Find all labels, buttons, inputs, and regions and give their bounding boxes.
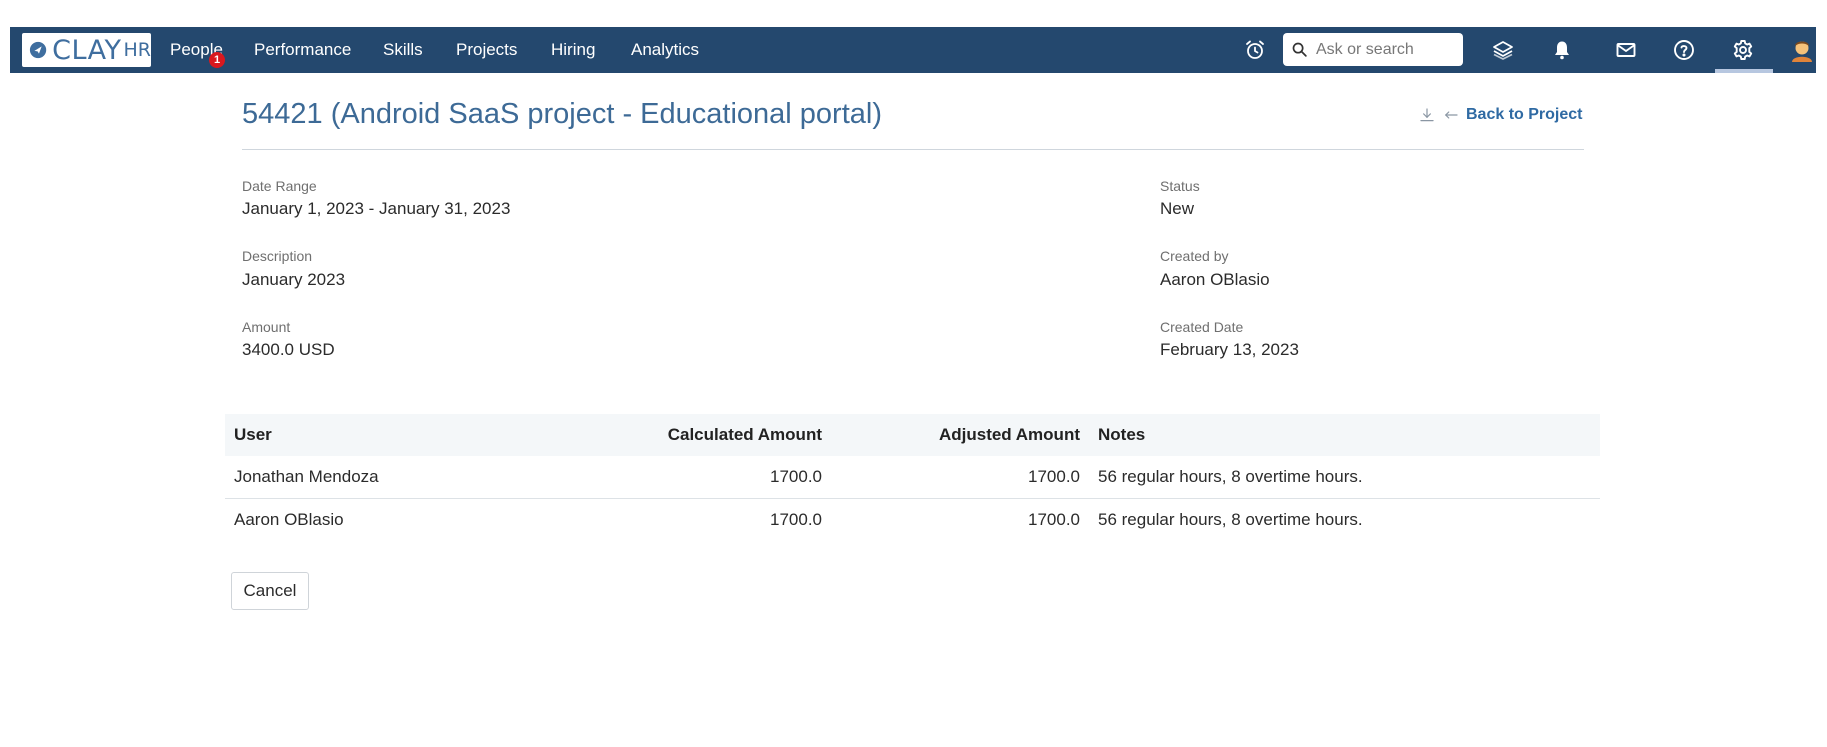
description-label: Description [242, 248, 313, 264]
clayhr-logo[interactable]: CLAY HR [22, 33, 151, 67]
bell-icon[interactable] [1550, 38, 1574, 62]
nav-analytics[interactable]: Analytics [631, 27, 699, 73]
mail-icon[interactable] [1614, 38, 1638, 62]
logo-mark-icon [29, 41, 47, 59]
cancel-button[interactable]: Cancel [231, 572, 309, 610]
status-value: New [1160, 199, 1195, 218]
header-adjusted-amount: Adjusted Amount [831, 414, 1089, 456]
nav-performance[interactable]: Performance [254, 27, 351, 73]
layers-icon[interactable] [1491, 38, 1515, 62]
download-icon[interactable] [1418, 106, 1436, 124]
page-title: 54421 (Android SaaS project - Educationa… [242, 98, 882, 130]
top-navigation-bar: CLAY HR People 1 Performance Skills Proj… [10, 27, 1816, 73]
created-by-label: Created by [1160, 248, 1229, 264]
cell-calculated-amount: 1700.0 [770, 510, 822, 529]
amount-label: Amount [242, 319, 291, 335]
header-calculated-amount: Calculated Amount [543, 414, 831, 456]
back-to-project-link[interactable]: Back to Project [1418, 106, 1582, 124]
created-date-label: Created Date [1160, 319, 1244, 335]
table-header-row: User Calculated Amount Adjusted Amount N… [225, 414, 1600, 456]
header-notes: Notes [1089, 414, 1600, 456]
search-box[interactable] [1283, 33, 1463, 66]
cell-notes: 56 regular hours, 8 overtime hours. [1089, 456, 1600, 499]
date-range-label: Date Range [242, 178, 317, 194]
search-icon [1292, 42, 1307, 57]
date-range-value: January 1, 2023 - January 31, 2023 [242, 199, 511, 218]
cell-user: Aaron OBlasio [234, 510, 344, 529]
header-user: User [225, 414, 543, 456]
description-value: January 2023 [242, 270, 346, 289]
nav-hiring[interactable]: Hiring [551, 27, 595, 73]
logo-text: CLAY [52, 34, 122, 66]
help-icon[interactable] [1672, 38, 1696, 62]
cell-notes: 56 regular hours, 8 overtime hours. [1098, 510, 1363, 529]
table-row: Aaron OBlasio 1700.0 1700.0 56 regular h… [225, 499, 1600, 542]
nav-skills[interactable]: Skills [383, 27, 423, 73]
active-tab-indicator [1715, 69, 1773, 73]
cell-calculated-amount: 1700.0 [543, 456, 831, 499]
user-avatar[interactable] [1789, 37, 1815, 63]
cell-adjusted-amount: 1700.0 [831, 456, 1089, 499]
created-by-value: Aaron OBlasio [1160, 270, 1270, 289]
back-to-project-label[interactable]: Back to Project [1466, 106, 1582, 124]
logo-suffix: HR [123, 39, 152, 61]
gear-icon[interactable] [1731, 38, 1755, 62]
cell-adjusted-amount: 1700.0 [1028, 510, 1080, 529]
alarm-clock-icon[interactable] [1243, 38, 1267, 62]
cell-user: Jonathan Mendoza [225, 456, 543, 499]
amount-value: 3400.0 USD [242, 340, 335, 359]
nav-projects[interactable]: Projects [456, 27, 517, 73]
status-label: Status [1160, 178, 1200, 194]
people-notification-badge: 1 [209, 52, 225, 68]
title-divider [242, 149, 1584, 150]
allocation-table: User Calculated Amount Adjusted Amount N… [225, 414, 1600, 541]
back-arrow-icon [1444, 111, 1458, 119]
created-date-value: February 13, 2023 [1160, 340, 1299, 359]
search-input[interactable] [1314, 39, 1458, 60]
table-row: Jonathan Mendoza 1700.0 1700.0 56 regula… [225, 456, 1600, 499]
